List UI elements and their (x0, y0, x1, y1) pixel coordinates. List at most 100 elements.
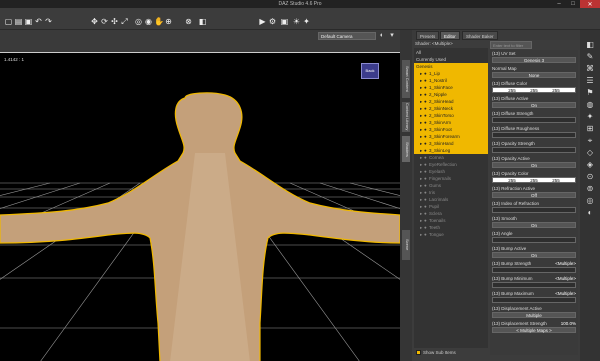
property-field[interactable] (492, 132, 576, 138)
tab-content-library[interactable]: Content Library (402, 102, 410, 132)
tool-10-icon[interactable]: ◇ (585, 148, 595, 158)
color-channel-value[interactable]: 255 (530, 88, 538, 93)
property-field[interactable]: On (492, 162, 576, 168)
filter-input[interactable]: Enter text to filter by... (490, 41, 532, 55)
property-field[interactable]: Multiple (492, 312, 576, 318)
tool-1-icon[interactable]: ◧ (585, 40, 595, 50)
tree-item[interactable]: ▸ ● 2_Nipple (414, 91, 488, 98)
tool-12-icon[interactable]: ⊙ (585, 172, 595, 182)
tree-item[interactable]: ▸ ● Sclera (414, 210, 488, 217)
tab-scene[interactable]: Scene (402, 230, 410, 260)
maximize-button[interactable]: □ (566, 0, 580, 8)
view-cube[interactable]: Back (361, 63, 379, 79)
tool-6-icon[interactable]: ◍ (585, 100, 595, 110)
weight-icon[interactable]: ⊗ (184, 17, 193, 26)
tree-item[interactable]: ▸ ● 2_SkinNeck (414, 105, 488, 112)
open-icon[interactable]: ▤ (14, 17, 23, 26)
tool-15-icon[interactable]: ◐ (585, 208, 595, 218)
show-sub-items-checkbox[interactable]: Show Sub Items (416, 350, 456, 356)
tool-4-icon[interactable]: ☰ (585, 76, 595, 86)
tree-item[interactable]: ▸ ● 3_SkinHand (414, 140, 488, 147)
tree-item[interactable]: ▸ ● Eyelash (414, 168, 488, 175)
tree-item[interactable]: ▸ ● Lacrimals (414, 196, 488, 203)
property-field[interactable]: On (492, 102, 576, 108)
tool-5-icon[interactable]: ⚑ (585, 88, 595, 98)
color-field[interactable]: 255 255 255 (492, 87, 576, 93)
tool-7-icon[interactable]: ✦ (585, 112, 595, 122)
property-field[interactable]: < Multiple Maps > (492, 327, 576, 333)
property-field[interactable] (492, 147, 576, 153)
tree-item[interactable]: ▸ ● 3_SkinForearm (414, 133, 488, 140)
render-settings-icon[interactable]: ⚙ (268, 17, 277, 26)
property-field[interactable] (492, 117, 576, 123)
property-field[interactable] (492, 237, 576, 243)
viewport-menu-icon[interactable]: ◐ (378, 32, 386, 40)
color-channel-value[interactable]: 255 (508, 178, 516, 183)
tree-item[interactable]: Currently Used (414, 56, 488, 63)
property-field[interactable]: Genesis 3 (492, 57, 576, 63)
tool-13-icon[interactable]: ⊚ (585, 184, 595, 194)
tree-item[interactable]: ▸ ● Pupil (414, 203, 488, 210)
tree-item[interactable]: ▸ ● 1_SkinFace (414, 84, 488, 91)
tab-presets[interactable]: Presets (416, 31, 440, 40)
joint-icon[interactable]: ⊕ (164, 17, 173, 26)
new-icon[interactable]: ▢ (4, 17, 13, 26)
tool-14-icon[interactable]: ◎ (585, 196, 595, 206)
scale-icon[interactable]: ⤢ (120, 17, 129, 26)
spot-icon[interactable]: ☀ (292, 17, 301, 26)
property-field[interactable]: On (492, 252, 576, 258)
save-icon[interactable]: ▣ (24, 17, 33, 26)
tree-item[interactable]: ▸ ● 3_SkinFoot (414, 126, 488, 133)
tree-item[interactable]: ▸ ● 3_SkinLeg (414, 147, 488, 154)
property-field[interactable] (492, 282, 576, 288)
render-icon[interactable]: ▶ (258, 17, 267, 26)
color-field[interactable]: 255 255 255 (492, 177, 576, 183)
undo-icon[interactable]: ↶ (34, 17, 43, 26)
light-icon[interactable]: ✦ (302, 17, 311, 26)
tree-item[interactable]: All (414, 49, 488, 56)
tree-item[interactable]: ▸ ● EyeReflection (414, 161, 488, 168)
tree-item[interactable]: ▸ ● Iris (414, 189, 488, 196)
tool-8-icon[interactable]: ⊞ (585, 124, 595, 134)
tree-item[interactable]: ▸ ● Toenails (414, 217, 488, 224)
rotate-icon[interactable]: ⟳ (100, 17, 109, 26)
tree-item[interactable]: ▸ ● 1_Nostril (414, 77, 488, 84)
node-select-icon[interactable]: ◎ (134, 17, 143, 26)
tree-item[interactable]: Genesis (414, 63, 488, 70)
select-icon[interactable]: ✥ (90, 17, 99, 26)
translate-icon[interactable]: ✣ (110, 17, 119, 26)
color-channel-value[interactable]: 255 (552, 88, 560, 93)
tree-item[interactable]: ▸ ● Gums (414, 182, 488, 189)
property-field[interactable] (492, 267, 576, 273)
tree-item[interactable]: ▸ ● 2_SkinHead (414, 98, 488, 105)
viewport[interactable]: 1.4142 : 1 Back (0, 52, 400, 361)
minimize-button[interactable]: – (552, 0, 566, 8)
tab-shader-baker[interactable]: Shader Baker (462, 31, 498, 40)
tree-item[interactable]: ▸ ● 2_SkinTorso (414, 112, 488, 119)
close-button[interactable]: ✕ (580, 0, 600, 8)
property-field[interactable]: None (492, 72, 576, 78)
property-field[interactable]: On (492, 222, 576, 228)
tool-2-icon[interactable]: ✎ (585, 52, 595, 62)
camera-select[interactable]: Default Camera (318, 32, 376, 40)
tree-item[interactable]: ▸ ● 1_Lip (414, 70, 488, 77)
checkbox-box[interactable] (416, 350, 421, 356)
tab-shaders[interactable]: Shaders (402, 136, 410, 162)
color-channel-value[interactable]: 255 (530, 178, 538, 183)
surface-select-icon[interactable]: ◉ (144, 17, 153, 26)
viewport-options-icon[interactable]: ▾ (388, 32, 396, 40)
tree-item[interactable]: ▸ ● Tongue (414, 231, 488, 238)
property-field[interactable] (492, 297, 576, 303)
tab-editor[interactable]: Editor (440, 31, 460, 40)
tree-item[interactable]: ▸ ● Teeth (414, 224, 488, 231)
color-channel-value[interactable]: 255 (552, 178, 560, 183)
redo-icon[interactable]: ↷ (44, 17, 53, 26)
tree-item[interactable]: ▸ ● Fingernails (414, 175, 488, 182)
property-field[interactable] (492, 207, 576, 213)
tool-3-icon[interactable]: ⌘ (585, 64, 595, 74)
color-channel-value[interactable]: 255 (508, 88, 516, 93)
tree-item[interactable]: ▸ ● 3_SkinArm (414, 119, 488, 126)
tool-11-icon[interactable]: ◈ (585, 160, 595, 170)
tube-icon[interactable]: ◧ (198, 17, 207, 26)
pose-icon[interactable]: ✋ (154, 17, 164, 26)
